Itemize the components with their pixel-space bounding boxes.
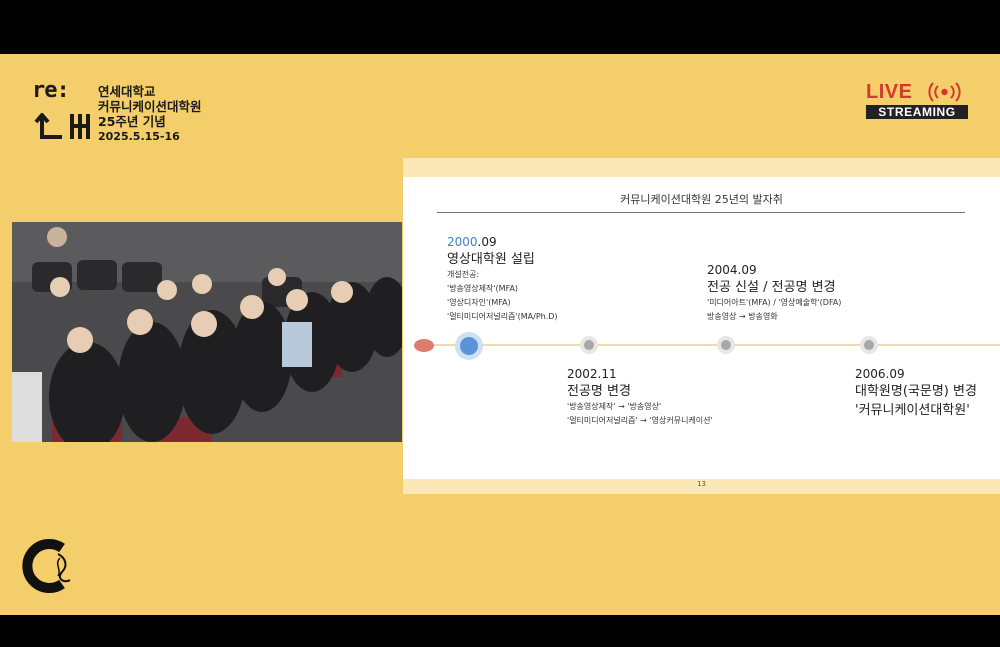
event-detail: '방송영상제작' → '방송영상' (567, 402, 662, 411)
letterbox-bottom (0, 615, 1000, 647)
c-circle-logo-icon (22, 539, 71, 593)
broadcast-icon (928, 82, 961, 102)
event-date: 2025.5.15-16 (98, 130, 180, 143)
timeline-event-2006: 2006.09 대학원명(국문명) 변경 '커뮤니케이션대학원' (855, 367, 977, 419)
event-year-highlight: 2000 (447, 235, 478, 249)
timeline-line (421, 344, 1000, 346)
logo-mark: re: (32, 78, 70, 103)
event-line-anniversary: 25주년 기념 (98, 114, 166, 129)
timeline-dot-2006 (864, 340, 874, 350)
event-line-university: 연세대학교 (98, 84, 156, 99)
event-heading-secondary: '커뮤니케이션대학원' (855, 403, 970, 418)
slide-page-number: 13 (697, 480, 706, 488)
title-divider (437, 212, 965, 213)
timeline-event-2004: 2004.09 전공 신설 / 전공명 변경 '미디어아트'(MFA) / '영… (707, 263, 841, 324)
event-heading: 전공 신설 / 전공명 변경 (707, 280, 836, 295)
event-detail: '멀티미디어저널리즘'(MA/Ph.D) (447, 312, 558, 321)
audience-video-image (12, 222, 402, 442)
broadcast-frame: re: 연세대학교 커뮤니케이션대학원 25주년 기념 2025.5.15-16… (0, 54, 1000, 615)
timeline-dot-2002 (584, 340, 594, 350)
event-detail: '미디어아트'(MFA) / '영상예술학'(DFA) (707, 298, 842, 307)
audience-video (12, 222, 402, 442)
timeline-event-2002: 2002.11 전공명 변경 '방송영상제작' → '방송영상' '멀티미디어저… (567, 367, 713, 428)
event-title: 연세대학교 커뮤니케이션대학원 25주년 기념 2025.5.15-16 (98, 84, 202, 144)
presentation-slide: 커뮤니케이션대학원 25년의 발자취 2000.09 영상대학원 설립 개설전공… (403, 177, 1000, 479)
timeline-dot-2004 (721, 340, 731, 350)
event-year: 2002.11 (567, 367, 617, 381)
timeline-start-dot (414, 339, 434, 352)
timeline-event-2000: 2000.09 영상대학원 설립 개설전공: '방송영상제작'(MFA) '영상… (447, 235, 558, 324)
timeline-dot-2000 (460, 337, 478, 355)
event-detail: 방송영상 → 방송영화 (707, 312, 778, 321)
return-arrow-icon (34, 113, 90, 139)
event-heading: 대학원명(국문명) 변경 (855, 384, 977, 399)
event-detail: '멀티미디어저널리즘' → '영상커뮤니케이션' (567, 416, 713, 425)
event-logo: re: 연세대학교 커뮤니케이션대학원 25주년 기념 2025.5.15-16 (32, 80, 232, 150)
event-year-suffix: .09 (477, 235, 497, 249)
event-year: 2006.09 (855, 367, 905, 381)
event-heading: 영상대학원 설립 (447, 252, 535, 267)
event-line-school: 커뮤니케이션대학원 (98, 99, 202, 114)
letterbox-top (0, 0, 1000, 54)
slide-title: 커뮤니케이션대학원 25년의 발자취 (620, 193, 783, 206)
live-streaming-badge: LIVE STREAMING (866, 82, 968, 119)
event-detail: '영상디자인'(MFA) (447, 298, 511, 307)
event-heading: 전공명 변경 (567, 384, 631, 399)
streaming-label: STREAMING (866, 105, 968, 119)
event-year: 2000.09 (447, 235, 558, 249)
event-detail: '방송영상제작'(MFA) (447, 284, 519, 293)
event-year: 2004.09 (707, 263, 757, 277)
live-label: LIVE (866, 81, 913, 103)
event-detail: 개설전공: (447, 270, 480, 279)
